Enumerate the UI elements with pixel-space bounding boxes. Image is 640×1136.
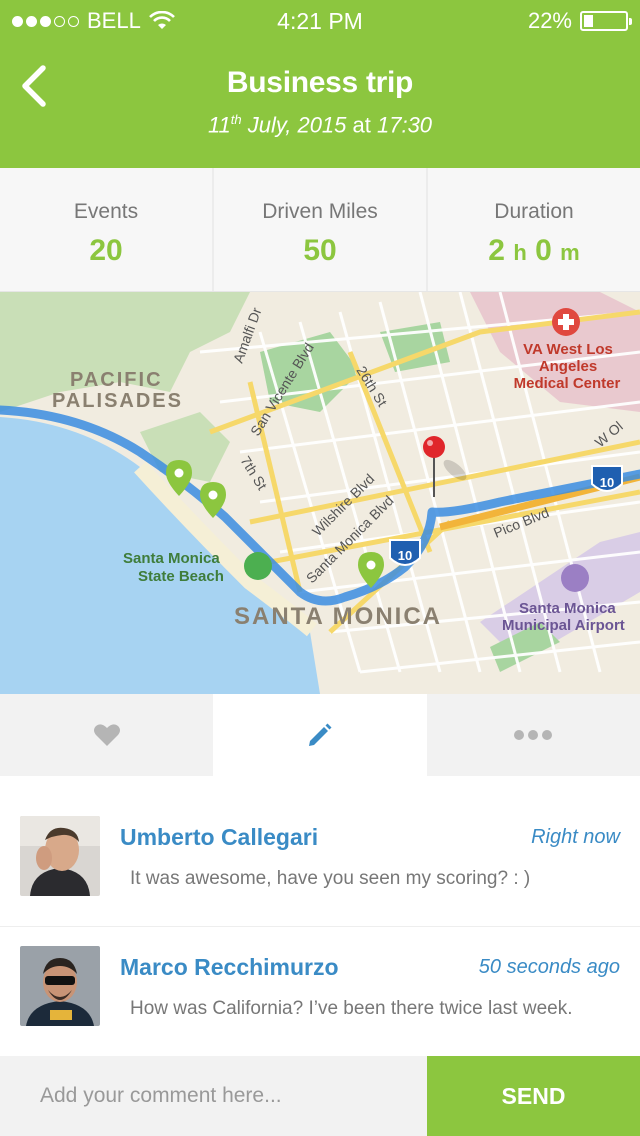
beach-icon <box>244 552 272 580</box>
map-canvas[interactable]: PACIFIC PALISADES SANTA MONICA Santa Mon… <box>0 292 640 694</box>
map-label-palisades: PALISADES <box>52 390 183 412</box>
stat-events: Events 20 <box>0 168 214 291</box>
trip-datetime: 11th July, 2015 at 17:30 <box>0 112 640 138</box>
duration-minutes: 0 <box>535 234 552 267</box>
stat-value: 20 <box>89 234 123 267</box>
comment-author[interactable]: Marco Recchimurzo <box>120 954 339 981</box>
comment-text: How was California? I’ve been there twic… <box>130 998 573 1019</box>
interstate-shield: 10 <box>591 465 623 492</box>
comment-time: Right now <box>531 826 620 848</box>
stat-label: Events <box>73 200 139 223</box>
date-day: 11 <box>207 112 231 138</box>
avatar[interactable] <box>20 816 100 896</box>
comment-author[interactable]: Umberto Callegari <box>120 824 318 851</box>
trip-stats: Events 20 Driven Miles 50 Duration 2 h 0… <box>0 168 640 292</box>
comment-tabs <box>0 694 640 776</box>
more-icon <box>514 730 553 740</box>
route-map[interactable]: PACIFIC PALISADES SANTA MONICA Santa Mon… <box>0 292 640 694</box>
header: BELL 4:21 PM 22% Business trip 11th July… <box>0 0 640 168</box>
time-prefix: at <box>346 112 377 138</box>
stat-label: Duration <box>494 200 574 223</box>
tab-more[interactable] <box>426 694 640 776</box>
map-label-state-beach-1: Santa Monica <box>123 550 220 567</box>
stat-miles: Driven Miles 50 <box>214 168 428 291</box>
comment-composer: SEND <box>0 1056 640 1136</box>
map-label-state-beach-2: State Beach <box>138 568 224 585</box>
battery-icon <box>580 11 632 31</box>
map-label-va-1: VA West Los <box>523 341 613 358</box>
pencil-icon <box>308 723 332 746</box>
map-label-airport-2: Municipal Airport <box>502 617 625 634</box>
trip-time: 17:30 <box>376 112 433 138</box>
comment-item: Umberto Callegari Right now It was aweso… <box>0 816 640 927</box>
battery-percent: 22% <box>527 8 572 33</box>
duration-hours: 2 <box>488 234 505 267</box>
send-button[interactable]: SEND <box>427 1056 640 1136</box>
map-label-airport-1: Santa Monica <box>519 600 616 617</box>
comment-text: It was awesome, have you seen my scoring… <box>130 868 531 889</box>
stat-value: 2 h 0 m <box>428 234 640 268</box>
date-rest: July, 2015 <box>241 112 347 138</box>
airport-icon <box>561 564 589 592</box>
shield-label: 10 <box>600 475 614 490</box>
map-label-pacific: PACIFIC <box>70 369 163 391</box>
tab-like[interactable] <box>0 694 214 776</box>
avatar[interactable] <box>20 946 100 1026</box>
hospital-icon <box>552 308 580 336</box>
airport-label: Santa Monica Municipal Airport <box>502 600 625 634</box>
tab-comment[interactable] <box>213 694 427 776</box>
duration-hours-unit: h <box>513 240 527 265</box>
comment-time: 50 seconds ago <box>478 956 620 978</box>
comment-input[interactable] <box>0 1056 427 1136</box>
shield-label: 10 <box>398 548 412 563</box>
stat-value: 50 <box>303 234 337 267</box>
page-title: Business trip <box>226 66 414 99</box>
interstate-shield: 10 <box>389 539 421 566</box>
duration-minutes-unit: m <box>560 240 580 265</box>
stat-label: Driven Miles <box>262 200 378 223</box>
date-suffix: th <box>230 112 242 127</box>
map-label-santa-monica: SANTA MONICA <box>234 603 442 630</box>
beach-label: Santa Monica State Beach <box>123 550 224 585</box>
status-bar: BELL 4:21 PM 22% <box>0 0 640 40</box>
map-label-va-2: Angeles <box>539 358 597 375</box>
map-label-va-3: Medical Center <box>514 375 621 392</box>
comments-list: Umberto Callegari Right now It was aweso… <box>0 776 640 1056</box>
heart-icon <box>93 724 120 746</box>
stat-duration: Duration 2 h 0 m <box>428 168 640 291</box>
status-right: 22% <box>527 8 632 34</box>
